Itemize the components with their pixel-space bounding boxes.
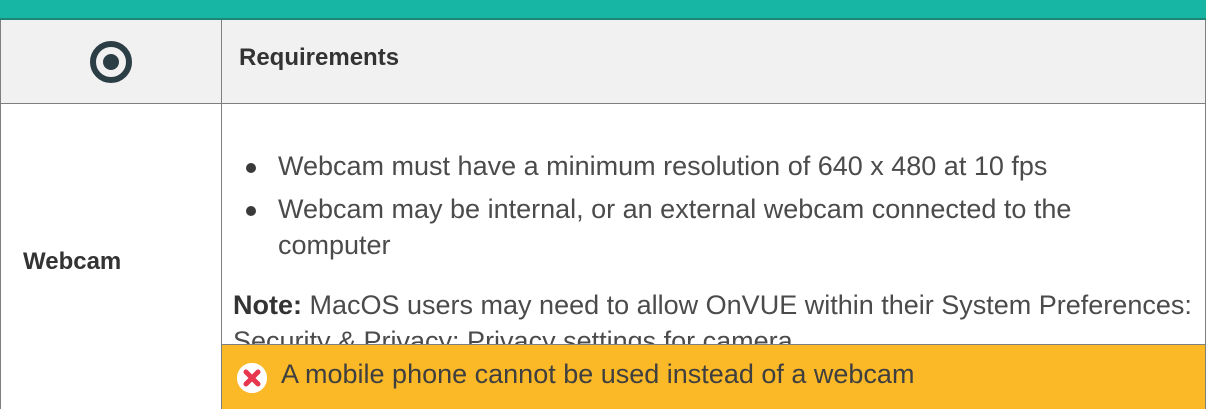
list-item: Webcam must have a minimum resolution of… [242, 148, 1192, 184]
warning-text: A mobile phone cannot be used instead of… [281, 359, 915, 389]
list-item: Webcam may be internal, or an external w… [242, 191, 1078, 263]
note-label: Note: [233, 290, 302, 320]
table-border-left [0, 20, 1, 409]
target-icon [89, 40, 132, 83]
requirements-list: Webcam must have a minimum resolution of… [242, 148, 1192, 270]
warning-divider [221, 344, 1206, 345]
row-label-webcam: Webcam [23, 248, 122, 275]
header-icon-cell [0, 20, 221, 103]
row-divider [0, 103, 1206, 104]
column-divider [221, 20, 222, 409]
header-title: Requirements [239, 44, 400, 71]
error-x-icon [237, 363, 267, 393]
top-accent-bar [0, 0, 1206, 20]
requirements-table: Requirements Webcam Webcam must have a m… [0, 0, 1206, 409]
